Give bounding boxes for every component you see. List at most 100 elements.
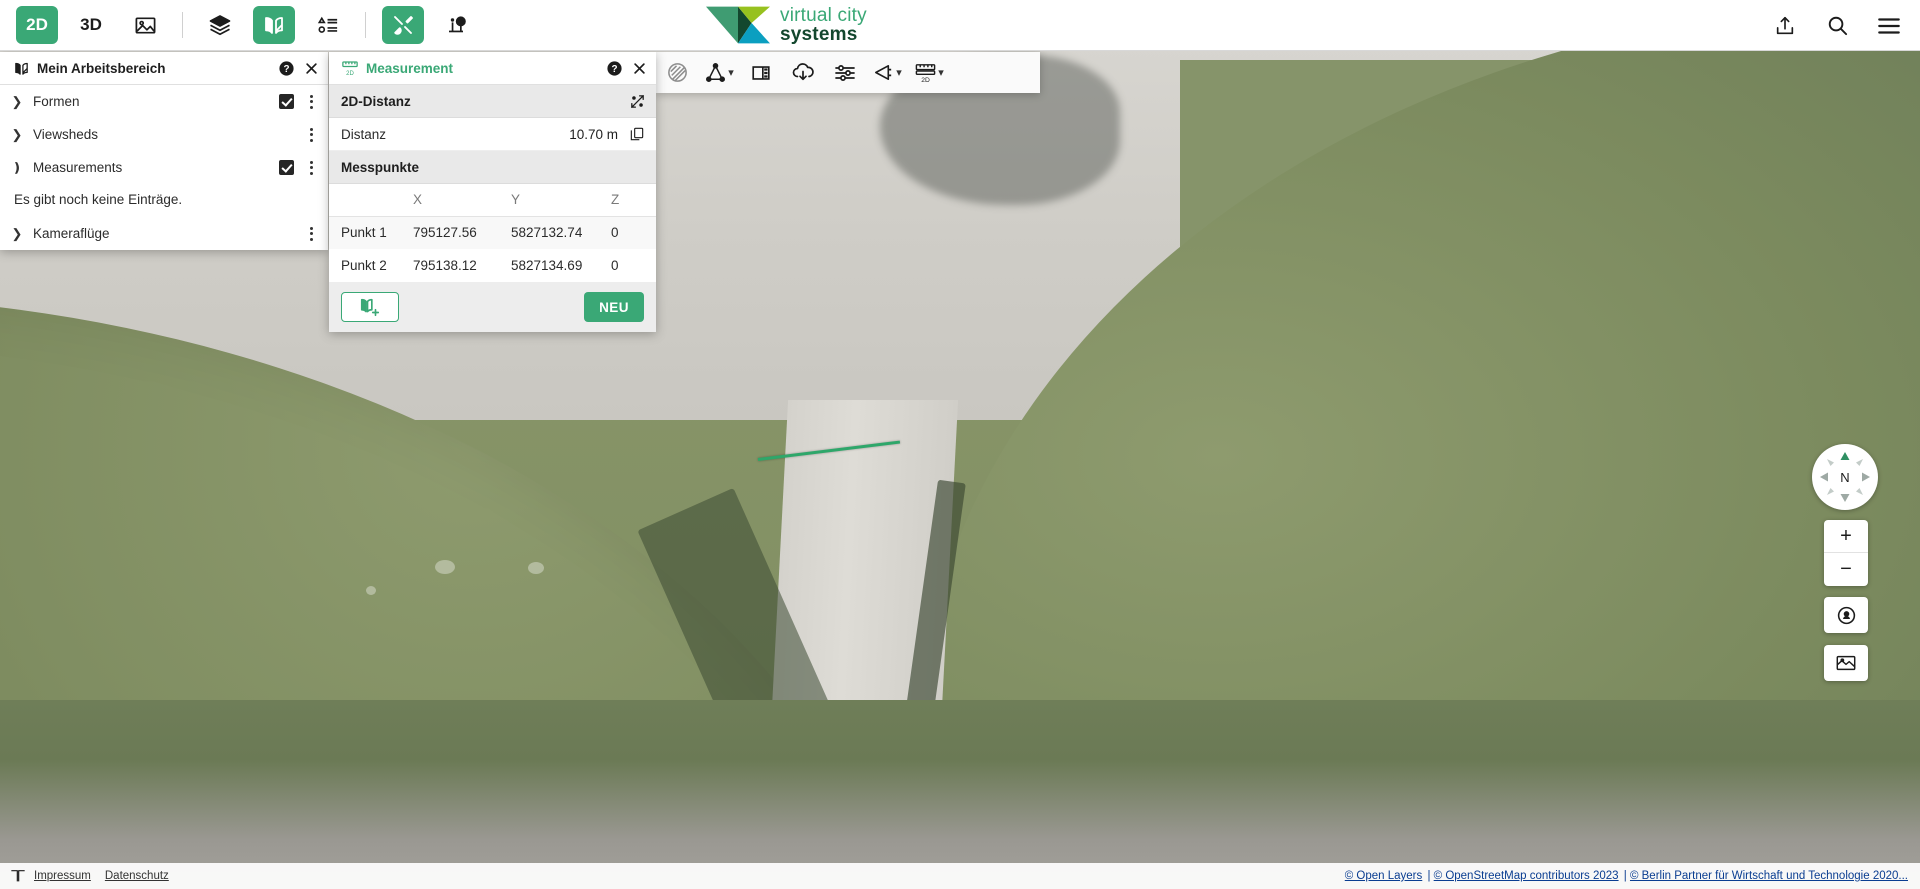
sidebar-item-measurements[interactable]: ❫ Measurements <box>0 151 328 184</box>
legend-icon[interactable] <box>307 6 349 44</box>
flight-settings-icon[interactable] <box>824 52 866 93</box>
svg-text:2D: 2D <box>346 71 354 77</box>
measurement-points-table: X Y Z Punkt 1 795127.56 5827132.74 0 Pun… <box>329 184 656 282</box>
col-name <box>329 184 407 217</box>
measurement-panel-footer: NEU <box>329 282 656 332</box>
layers-icon[interactable] <box>199 6 241 44</box>
help-icon[interactable]: ? <box>277 59 295 77</box>
locate-position-icon[interactable] <box>1824 597 1868 633</box>
chevron-right-icon: ❯ <box>11 126 23 142</box>
chevron-down-icon[interactable]: ▾ <box>938 66 944 79</box>
workspace-icon <box>12 59 30 77</box>
select-polygon-icon[interactable]: ▾ <box>698 52 740 93</box>
attr-sep: | <box>1620 870 1630 882</box>
topbar-right-actions <box>1766 0 1908 51</box>
zoom-out-button[interactable]: − <box>1824 553 1868 586</box>
viewshed-cone-icon[interactable]: ▾ <box>866 52 908 93</box>
sidebar-item-formen[interactable]: ❯ Formen <box>0 85 328 118</box>
workspace-icon[interactable] <box>253 6 295 44</box>
footer-bar: Impressum Datenschutz © Open Layers | © … <box>0 863 1920 889</box>
measurement-panel-title: Measurement <box>366 60 454 76</box>
osm-attribution-link[interactable]: © OpenStreetMap contributors 2023 <box>1434 870 1619 882</box>
chevron-down-icon: ❫ <box>11 159 23 175</box>
zoom-in-button[interactable]: + <box>1824 520 1868 553</box>
sidebar-item-label: Viewsheds <box>33 127 99 142</box>
measurement-panel: 2D Measurement ? 2D-Distanz Distanz 10.7… <box>329 52 656 332</box>
application-root: 2D 3D virtual city systems Mein Arbeitsb… <box>0 0 1920 889</box>
point-name: Punkt 2 <box>341 258 387 273</box>
col-z: Z <box>605 184 656 217</box>
measurement-panel-header: 2D Measurement ? <box>329 52 656 85</box>
table-row[interactable]: Punkt 2 795138.12 5827134.69 0 <box>329 249 656 282</box>
distance-label: Distanz <box>341 126 387 142</box>
svg-text:2D: 2D <box>921 77 930 84</box>
map-speck <box>435 560 455 574</box>
add-measurement-button[interactable] <box>341 292 399 322</box>
map-road-bottom <box>0 700 1920 889</box>
map-attribution: © Open Layers | © OpenStreetMap contribu… <box>1345 870 1910 882</box>
toolbar-divider <box>365 12 366 38</box>
measurements-empty-note: Es gibt noch keine Einträge. <box>14 192 183 207</box>
help-icon[interactable]: ? <box>605 59 623 77</box>
vcs-logo-icon <box>11 870 25 882</box>
map-tools-toolbar: ▾ ▾ 2D ▾ <box>656 52 1040 93</box>
point-z: 0 <box>611 258 619 273</box>
formen-visibility-checkbox[interactable] <box>279 94 294 109</box>
mode-3d-button[interactable]: 3D <box>70 6 112 44</box>
brand-logo: virtual city systems <box>706 4 867 46</box>
compass-control[interactable]: N <box>1812 444 1878 510</box>
logo-line-1: virtual city <box>780 4 867 26</box>
privacy-link[interactable]: Datenschutz <box>105 870 169 882</box>
hide-disabled-icon[interactable] <box>656 52 698 93</box>
measure-2d-icon: 2D <box>341 59 359 77</box>
measure-2d-icon[interactable]: 2D ▾ <box>908 52 950 93</box>
chevron-down-icon[interactable]: ▾ <box>728 66 734 79</box>
map-speck <box>366 586 376 595</box>
zoom-controls: + − <box>1824 520 1868 586</box>
berlin-partner-attribution-link[interactable]: © Berlin Partner für Wirtschaft und Tech… <box>1630 870 1908 882</box>
new-measurement-button[interactable]: NEU <box>584 292 644 322</box>
chevron-down-icon[interactable]: ▾ <box>896 66 902 79</box>
attr-sep: | <box>1424 870 1434 882</box>
points-title: Messpunkte <box>341 159 420 175</box>
split-view-icon[interactable] <box>740 52 782 93</box>
table-row[interactable]: Punkt 1 795127.56 5827132.74 0 <box>329 216 656 249</box>
measurements-menu-button[interactable] <box>303 157 319 179</box>
kamerafluege-menu-button[interactable] <box>303 223 319 245</box>
vegetation-icon[interactable] <box>436 6 478 44</box>
mode-2d-button[interactable]: 2D <box>16 6 58 44</box>
basemap-switcher-icon[interactable] <box>1824 645 1868 681</box>
toolbar-divider <box>182 12 183 38</box>
zoom-to-extent-icon[interactable] <box>628 92 646 110</box>
table-header-row: X Y Z <box>329 184 656 217</box>
search-icon[interactable] <box>1818 7 1856 45</box>
hamburger-menu-icon[interactable] <box>1870 7 1908 45</box>
close-icon[interactable] <box>630 59 648 77</box>
share-icon[interactable] <box>1766 7 1804 45</box>
distance-row: Distanz 10.70 m <box>329 118 656 151</box>
image-icon[interactable] <box>124 6 166 44</box>
sidebar-item-kamerafluege[interactable]: ❯ Kameraflüge <box>0 217 328 250</box>
point-y: 5827134.69 <box>511 258 583 273</box>
viewsheds-menu-button[interactable] <box>303 124 319 146</box>
measurements-visibility-checkbox[interactable] <box>279 160 294 175</box>
measurement-section-title: 2D-Distanz <box>341 93 411 109</box>
map-speck <box>528 562 544 574</box>
tools-icon[interactable] <box>382 6 424 44</box>
vcs-logo-icon <box>706 6 770 44</box>
copy-icon[interactable] <box>628 125 646 143</box>
measurement-points-title: Messpunkte <box>329 151 656 184</box>
point-x: 795138.12 <box>413 258 477 273</box>
distance-value: 10.70 m <box>569 126 618 142</box>
sidebar-item-label: Measurements <box>33 160 123 175</box>
openlayers-attribution-link[interactable]: © Open Layers <box>1345 870 1423 882</box>
workspace-panel-header: Mein Arbeitsbereich ? <box>0 52 328 85</box>
imprint-link[interactable]: Impressum <box>34 870 91 882</box>
sidebar-item-viewsheds[interactable]: ❯ Viewsheds <box>0 118 328 151</box>
export-download-icon[interactable] <box>782 52 824 93</box>
col-x: X <box>407 184 505 217</box>
formen-menu-button[interactable] <box>303 91 319 113</box>
svg-text:?: ? <box>611 64 617 75</box>
col-y: Y <box>505 184 605 217</box>
close-icon[interactable] <box>302 59 320 77</box>
